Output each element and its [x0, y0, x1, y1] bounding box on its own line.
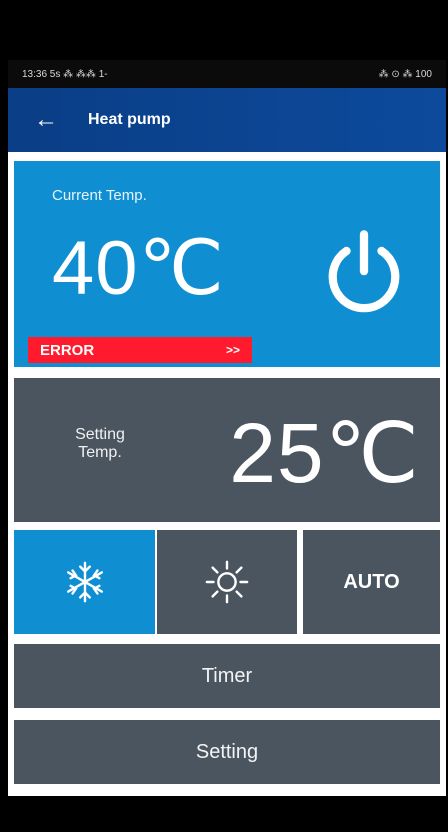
mode-heat-button[interactable]: [157, 530, 297, 634]
setting-temp-panel[interactable]: Setting Temp. 25℃: [14, 378, 440, 522]
snowflake-icon: [66, 561, 103, 603]
current-temp-label: Current Temp.: [52, 187, 147, 204]
page-title: Heat pump: [88, 111, 171, 128]
status-left: 13:36 5s ⁂ ⁂⁂ 1-: [22, 68, 108, 80]
settings-button[interactable]: Setting: [14, 720, 440, 784]
power-icon[interactable]: [318, 227, 410, 319]
current-temp-panel: Current Temp. 40℃ ERROR >>: [14, 161, 440, 367]
mode-auto-button[interactable]: AUTO: [303, 530, 440, 634]
setting-temp-label-text: Setting Temp.: [75, 426, 125, 462]
setting-temp-value: 25℃: [229, 406, 420, 500]
timer-label: Timer: [201, 664, 253, 687]
error-arrow: >>: [225, 343, 240, 357]
status-right: ⁂ ⊙ ⁂ 100: [378, 68, 432, 80]
sun-icon: [205, 560, 249, 604]
mode-selector: AUTO: [14, 530, 440, 634]
mode-auto-label: AUTO: [343, 570, 400, 593]
status-bar: 13:36 5s ⁂ ⁂⁂ 1- ⁂ ⊙ ⁂ 100: [8, 60, 446, 88]
settings-label: Setting: [195, 740, 259, 763]
mode-cool-button[interactable]: [14, 530, 155, 634]
app-bar: ← Heat pump: [8, 88, 446, 152]
arrow-left-icon[interactable]: ←: [34, 108, 58, 132]
timer-button[interactable]: Timer: [14, 644, 440, 708]
app-screen: 13:36 5s ⁂ ⁂⁂ 1- ⁂ ⊙ ⁂ 100 ← Heat pump C…: [8, 60, 446, 796]
setting-temp-label: Setting Temp.: [54, 426, 146, 463]
error-label: ERROR: [40, 341, 95, 359]
current-temp-value: 40℃: [52, 226, 225, 311]
error-banner[interactable]: ERROR >>: [28, 337, 252, 363]
